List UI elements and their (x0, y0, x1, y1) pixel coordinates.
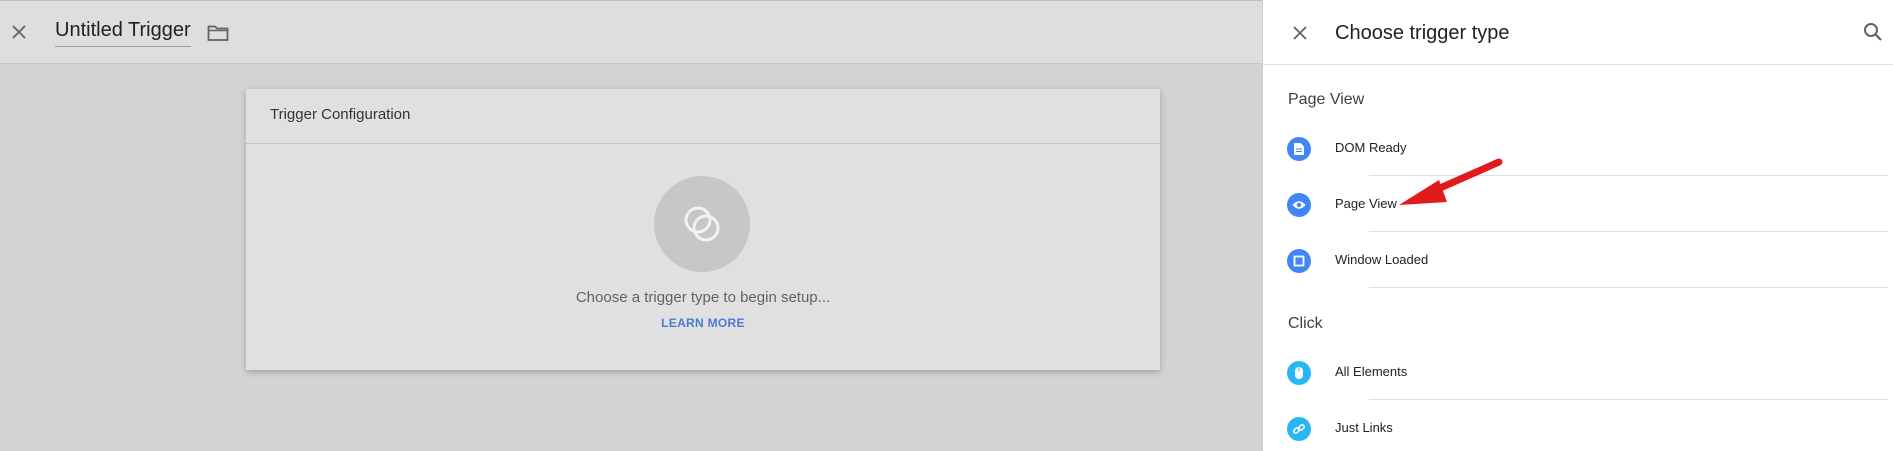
panel-header: Choose trigger type (1263, 0, 1893, 65)
trigger-item-label: DOM Ready (1335, 140, 1407, 155)
section-title-click: Click (1288, 315, 1323, 332)
eye-icon (1287, 193, 1311, 217)
trigger-item-all-elements[interactable]: All Elements (1263, 344, 1893, 400)
card-body: Choose a trigger type to begin setup... … (246, 144, 1160, 370)
document-icon (1287, 137, 1311, 161)
learn-more-link[interactable]: LEARN MORE (246, 316, 1160, 330)
choose-trigger-message: Choose a trigger type to begin setup... (575, 289, 831, 306)
close-panel-button[interactable] (1289, 22, 1311, 44)
folder-button[interactable] (207, 24, 229, 44)
close-editor-button[interactable] (8, 21, 30, 43)
section-title-page-view: Page View (1288, 91, 1365, 108)
trigger-item-label: All Elements (1335, 364, 1408, 379)
trigger-name-field[interactable]: Untitled Trigger (55, 19, 191, 47)
mouse-icon (1287, 361, 1311, 385)
trigger-type-placeholder[interactable] (654, 176, 750, 272)
search-icon (1864, 23, 1882, 41)
trigger-item-window-loaded[interactable]: Window Loaded (1263, 232, 1893, 288)
window-icon (1287, 249, 1311, 273)
trigger-item-label: Page View (1335, 196, 1397, 211)
card-heading: Trigger Configuration (246, 89, 1160, 144)
trigger-item-page-view[interactable]: Page View (1263, 176, 1893, 232)
link-icon (1287, 417, 1311, 441)
trigger-icon (684, 206, 720, 242)
panel-title: Choose trigger type (1335, 22, 1510, 44)
trigger-item-dom-ready[interactable]: DOM Ready (1263, 120, 1893, 176)
trigger-item-label: Window Loaded (1335, 252, 1429, 267)
trigger-configuration-card[interactable]: Trigger Configuration Choose a trigger t… (246, 89, 1160, 370)
search-button[interactable] (1863, 22, 1885, 44)
choose-trigger-panel: Choose trigger type Page View DOM Ready … (1262, 0, 1893, 451)
folder-icon (207, 25, 229, 41)
trigger-item-label: Just Links (1335, 420, 1393, 435)
close-icon (12, 25, 26, 39)
close-icon (1293, 26, 1307, 40)
trigger-item-just-links[interactable]: Just Links (1263, 400, 1893, 451)
editor-header: Untitled Trigger (0, 0, 1262, 64)
divider (1369, 287, 1888, 288)
